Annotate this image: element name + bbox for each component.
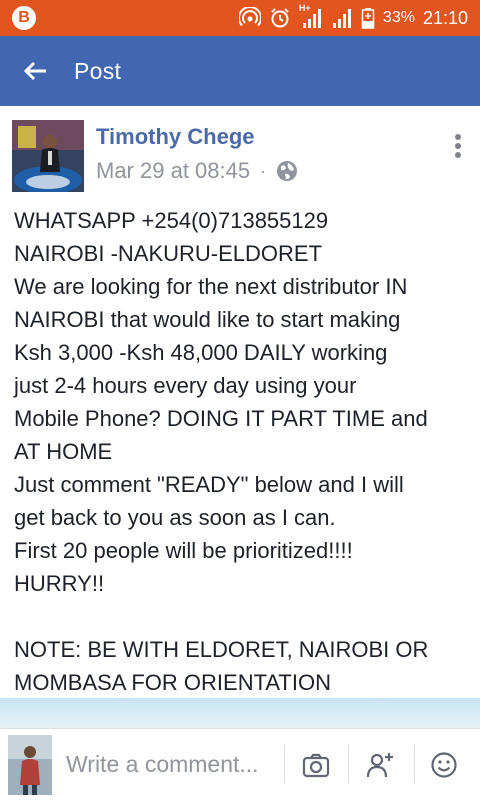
author-name[interactable]: Timothy Chege xyxy=(96,124,255,150)
viewer-avatar-image xyxy=(8,735,52,795)
post-text-line: Just comment "READY" below and I will xyxy=(14,472,404,497)
divider xyxy=(414,745,415,783)
page-title: Post xyxy=(74,58,122,84)
author-avatar[interactable] xyxy=(12,120,84,192)
add-friend-icon[interactable] xyxy=(366,751,394,779)
status-bar: B H+ 33% 21:10 xyxy=(0,0,480,36)
post-text: WHATSAPP +254(0)713855129 NAIROBI -NAKURU… xyxy=(14,204,470,699)
comment-input[interactable]: Write a comment... xyxy=(66,751,259,778)
post-text-line: WHATSAPP +254(0)713855129 xyxy=(14,208,329,233)
post-text-line: NAIROBI -NAKURU-ELDORET xyxy=(14,241,323,266)
divider xyxy=(348,745,349,783)
post-meta: Mar 29 at 08:45 · xyxy=(96,158,298,184)
app-notification-icon: B xyxy=(12,6,36,30)
post-text-line: MOMBASA FOR ORIENTATION xyxy=(14,670,331,695)
post-text-line xyxy=(14,600,470,633)
alarm-icon xyxy=(271,8,289,28)
post-text-line: get back to you as soon as I can. xyxy=(14,505,336,530)
hotspot-icon xyxy=(238,7,261,27)
signal-icon xyxy=(332,9,351,28)
kebab-menu-icon[interactable] xyxy=(452,134,464,162)
signal-icon xyxy=(302,9,321,28)
post-text-line: HURRY!! xyxy=(14,571,105,596)
post-text-line: Mobile Phone? DOING IT PART TIME and xyxy=(14,406,428,431)
divider xyxy=(284,745,285,783)
clock: 21:10 xyxy=(422,7,468,28)
comments-area xyxy=(0,698,480,728)
arrow-left-icon[interactable] xyxy=(22,59,48,83)
post-text-line: We are looking for the next distributor … xyxy=(14,274,408,299)
post-text-line: Ksh 3,000 -Ksh 48,000 DAILY working xyxy=(14,340,388,365)
battery-icon xyxy=(361,8,375,29)
comment-bar: Write a comment... xyxy=(0,728,480,801)
post-text-line: just 2-4 hours every day using your xyxy=(14,373,357,398)
app-bar: Post xyxy=(0,36,480,106)
emoji-icon[interactable] xyxy=(430,751,458,779)
viewer-avatar xyxy=(8,735,52,795)
battery-level: 33% xyxy=(382,9,415,26)
meta-separator: · xyxy=(260,160,267,181)
post-timestamp[interactable]: Mar 29 at 08:45 xyxy=(96,158,250,184)
post-text-line: AT HOME xyxy=(14,439,113,464)
globe-icon xyxy=(277,161,298,181)
post-text-line: First 20 people will be prioritized!!!! xyxy=(14,538,353,563)
avatar-image xyxy=(12,120,84,192)
post-card: Timothy Chege Mar 29 at 08:45 · WHATSAPP… xyxy=(0,106,480,698)
camera-icon[interactable] xyxy=(302,751,330,779)
post-text-line: NAIROBI that would like to start making xyxy=(14,307,401,332)
post-text-line: NOTE: BE WITH ELDORET, NAIROBI OR xyxy=(14,637,429,662)
